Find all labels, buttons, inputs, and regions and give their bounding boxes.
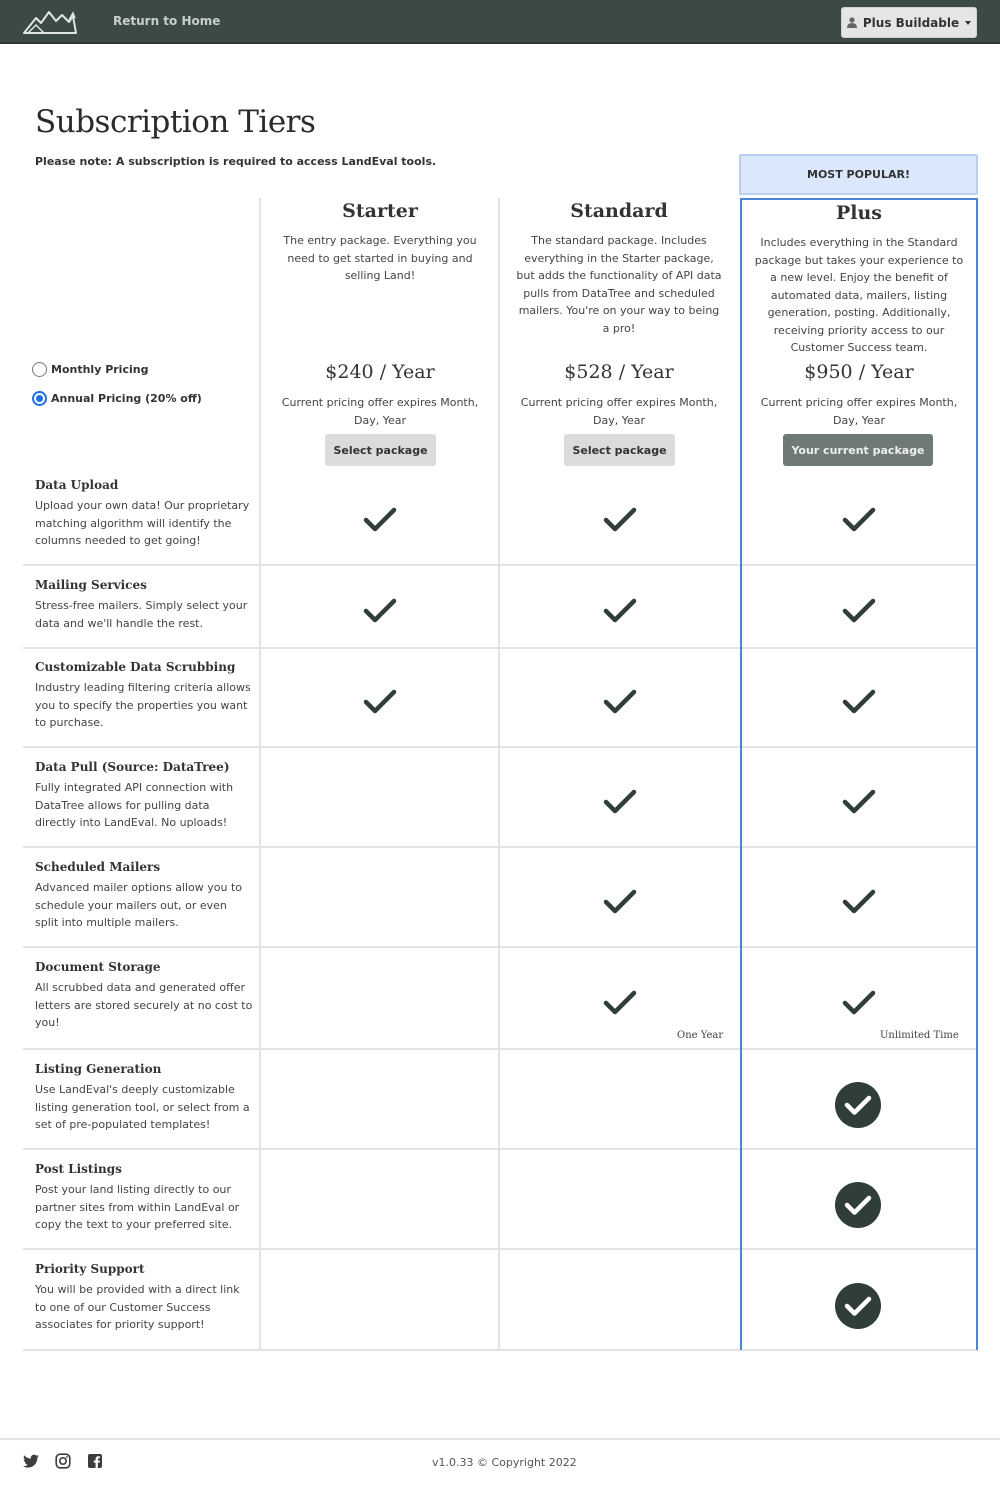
tier-plus: Plus Includes everything in the Standard… [740,198,978,468]
check-icon [363,507,397,532]
check-icon [363,598,397,623]
user-icon [846,17,857,28]
tier-standard: Standard The standard package. Includes … [500,198,738,468]
feature-listing-generation: Listing Generation Use LandEval's deeply… [35,1062,253,1134]
tier-description: The standard package. Includes everythin… [516,234,722,335]
feature-name: Mailing Services [35,578,147,592]
check-icon [603,689,637,714]
feature-name: Priority Support [35,1262,145,1276]
tier-price: $950 / Year [804,361,914,383]
copyright-text: v1.0.33 © Copyright 2022 [432,1456,577,1469]
feature-post-listings: Post Listings Post your land listing dir… [35,1162,253,1234]
row-divider [23,647,978,649]
tier-price: $240 / Year [325,361,435,383]
navbar: Return to Home Plus Buildable [0,0,1000,44]
check-circle-icon [835,1182,881,1228]
check-icon [842,990,876,1015]
feature-name: Data Upload [35,478,119,492]
check-icon [603,507,637,532]
feature-document-storage: Document Storage All scrubbed data and g… [35,960,253,1032]
check-icon [842,789,876,814]
tier-expiry: Current pricing offer expires Month, Day… [520,396,718,427]
annual-pricing-option[interactable]: Annual Pricing (20% off) [32,391,202,406]
row-divider [23,1248,978,1250]
monthly-pricing-option[interactable]: Monthly Pricing [32,362,148,377]
row-divider [23,1349,978,1351]
feature-name: Listing Generation [35,1062,162,1076]
storage-duration-label: One Year [677,1030,724,1041]
tier-description: Includes everything in the Standard pack… [754,236,964,354]
feature-name: Customizable Data Scrubbing [35,660,236,674]
return-home-link[interactable]: Return to Home [113,14,220,28]
footer-divider [0,1438,1000,1440]
monthly-pricing-label: Monthly Pricing [51,363,149,376]
storage-duration-label: Unlimited Time [880,1030,959,1041]
tier-expiry: Current pricing offer expires Month, Day… [760,396,958,427]
feature-description: Use LandEval's deeply customizable listi… [35,1083,250,1131]
select-standard-button[interactable]: Select package [564,434,675,466]
check-icon [842,689,876,714]
feature-data-scrubbing: Customizable Data Scrubbing Industry lea… [35,660,253,732]
feature-description: Stress-free mailers. Simply select your … [35,599,248,630]
feature-data-upload: Data Upload Upload your own data! Our pr… [35,478,253,550]
feature-description: Industry leading filtering criteria allo… [35,681,251,729]
tier-name: Starter [342,200,418,222]
page-title: Subscription Tiers [35,104,316,140]
most-popular-badge: MOST POPULAR! [739,154,978,195]
feature-name: Scheduled Mailers [35,860,161,874]
feature-description: Fully integrated API connection with Dat… [35,781,234,829]
tier-price: $528 / Year [564,361,674,383]
instagram-icon[interactable] [55,1453,71,1469]
row-divider [23,846,978,848]
tier-description: The entry package. Everything you need t… [283,234,477,282]
row-divider [23,564,978,566]
check-icon [363,689,397,714]
user-menu-label: Plus Buildable [862,15,960,30]
check-icon [603,990,637,1015]
tier-name: Standard [570,200,668,222]
annual-pricing-radio[interactable] [32,391,47,406]
mountain-logo-icon[interactable] [22,8,78,36]
check-icon [842,598,876,623]
feature-mailing-services: Mailing Services Stress-free mailers. Si… [35,578,253,632]
row-divider [23,946,978,948]
feature-name: Post Listings [35,1162,122,1176]
check-circle-icon [835,1082,881,1128]
user-menu-button[interactable]: Plus Buildable [841,7,977,38]
facebook-icon[interactable] [87,1453,103,1469]
check-icon [842,507,876,532]
check-circle-icon [835,1283,881,1329]
tier-expiry: Current pricing offer expires Month, Day… [281,396,479,427]
feature-scheduled-mailers: Scheduled Mailers Advanced mailer option… [35,860,253,932]
check-icon [603,889,637,914]
feature-description: Upload your own data! Our proprietary ma… [35,499,250,547]
feature-description: Advanced mailer options allow you to sch… [35,881,243,929]
twitter-icon[interactable] [23,1453,39,1469]
tier-starter: Starter The entry package. Everything yo… [261,198,499,468]
row-divider [23,1048,978,1050]
annual-pricing-label: Annual Pricing (20% off) [51,392,202,405]
select-starter-button[interactable]: Select package [325,434,436,466]
feature-data-pull: Data Pull (Source: DataTree) Fully integ… [35,760,253,832]
feature-priority-support: Priority Support You will be provided wi… [35,1262,253,1334]
row-divider [23,1148,978,1150]
check-icon [842,889,876,914]
feature-description: All scrubbed data and generated offer le… [35,981,253,1029]
feature-description: Post your land listing directly to our p… [35,1183,240,1231]
subscription-note: Please note: A subscription is required … [35,155,437,168]
check-icon [603,598,637,623]
current-package-button[interactable]: Your current package [783,434,933,466]
feature-name: Data Pull (Source: DataTree) [35,760,230,774]
caret-down-icon [965,20,972,25]
row-divider [23,746,978,748]
monthly-pricing-radio[interactable] [32,362,47,377]
check-icon [603,789,637,814]
feature-description: You will be provided with a direct link … [35,1283,240,1331]
feature-name: Document Storage [35,960,161,974]
tier-name: Plus [835,202,882,224]
